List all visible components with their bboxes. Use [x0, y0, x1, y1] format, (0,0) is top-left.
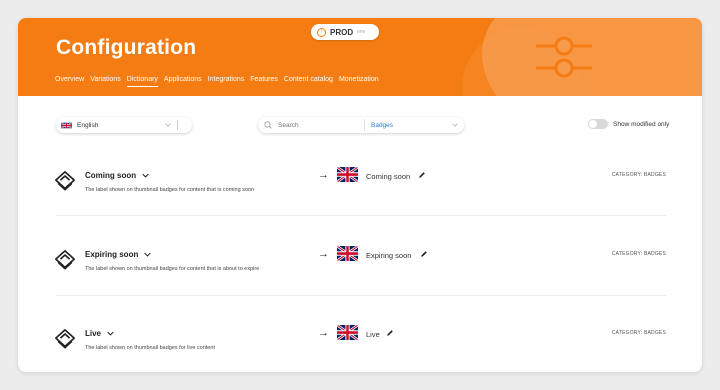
- edit-pencil-icon[interactable]: [386, 329, 394, 337]
- app-window: Configuration ! PROD env Overview Variat…: [18, 18, 702, 372]
- tab-content-catalog[interactable]: Content catalog: [284, 76, 333, 87]
- search-bar: Badges: [258, 117, 464, 133]
- tab-variations[interactable]: Variations: [90, 76, 121, 87]
- row-divider: [56, 295, 666, 296]
- chevron-down-icon[interactable]: [144, 252, 151, 257]
- page-title: Configuration: [56, 36, 197, 59]
- header: Configuration ! PROD env Overview Variat…: [18, 18, 702, 96]
- entry-title: Expiring soon: [85, 250, 139, 259]
- layers-icon: [55, 250, 75, 270]
- tab-dictionary[interactable]: Dictionary: [126, 76, 158, 87]
- entry-title: Live: [85, 329, 102, 338]
- entry-title-row[interactable]: Coming soon: [85, 171, 149, 180]
- tab-monetization[interactable]: Monetization: [339, 76, 379, 87]
- arrow-right-icon: →: [318, 327, 329, 339]
- translation-value: Expiring soon: [366, 251, 412, 260]
- chevron-down-icon: [165, 123, 171, 127]
- environment-badge[interactable]: ! PROD env: [311, 24, 379, 40]
- translation-value: Live: [366, 330, 380, 339]
- search-input[interactable]: [278, 121, 358, 129]
- dictionary-entry: Expiring soon The label shown on thumbna…: [18, 237, 702, 297]
- entry-description: The label shown on thumbnail badges for …: [85, 187, 255, 193]
- category-filter[interactable]: Badges: [371, 122, 452, 129]
- toggle-knob: [589, 120, 597, 128]
- divider: [177, 120, 178, 130]
- main-nav: Overview Variations Dictionary Applicati…: [55, 76, 385, 87]
- chevron-down-icon[interactable]: [107, 331, 114, 336]
- entry-title-row[interactable]: Live: [85, 329, 114, 338]
- language-label: English: [77, 121, 99, 129]
- row-divider: [56, 215, 666, 216]
- chevron-down-icon[interactable]: [142, 173, 149, 178]
- toolbar: English Badges Show modified only: [18, 114, 702, 136]
- uk-flag-icon: [337, 325, 358, 340]
- sliders-icon: [536, 36, 592, 78]
- chevron-down-icon[interactable]: [452, 123, 458, 127]
- entry-title: Coming soon: [85, 171, 137, 180]
- dictionary-entry: Coming soon The label shown on thumbnail…: [18, 158, 702, 218]
- search-icon: [264, 121, 272, 129]
- entry-title-row[interactable]: Expiring soon: [85, 250, 151, 259]
- layers-icon: [55, 171, 75, 191]
- tab-features[interactable]: Features: [250, 76, 278, 87]
- uk-flag-icon: [337, 246, 358, 261]
- uk-flag-icon: [337, 167, 358, 182]
- show-modified-toggle[interactable]: [588, 119, 608, 129]
- environment-sublabel: env: [357, 29, 366, 35]
- entry-category: CATEGORY: BADGES: [611, 251, 666, 257]
- entry-category: CATEGORY: BADGES: [611, 172, 666, 178]
- environment-label: PROD: [330, 27, 354, 37]
- uk-flag-icon: [61, 121, 72, 129]
- environment-icon: !: [317, 27, 326, 37]
- tab-integrations[interactable]: Integrations: [208, 76, 245, 87]
- translation-value: Coming soon: [366, 172, 411, 181]
- arrow-right-icon: →: [318, 248, 329, 260]
- show-modified-toggle-group: Show modified only: [588, 119, 669, 129]
- entry-category: CATEGORY: BADGES: [611, 330, 666, 336]
- entry-description: The label shown on thumbnail badges for …: [85, 345, 215, 351]
- show-modified-label: Show modified only: [613, 120, 670, 128]
- edit-pencil-icon[interactable]: [418, 171, 426, 179]
- dictionary-entry: Live The label shown on thumbnail badges…: [18, 316, 702, 372]
- tab-overview[interactable]: Overview: [55, 76, 84, 87]
- layers-icon: [55, 329, 75, 349]
- edit-pencil-icon[interactable]: [420, 250, 428, 258]
- entry-description: The label shown on thumbnail badges for …: [85, 266, 260, 272]
- tab-applications[interactable]: Applications: [164, 76, 202, 87]
- arrow-right-icon: →: [318, 169, 329, 181]
- language-select[interactable]: English: [56, 117, 192, 133]
- divider: [364, 119, 365, 131]
